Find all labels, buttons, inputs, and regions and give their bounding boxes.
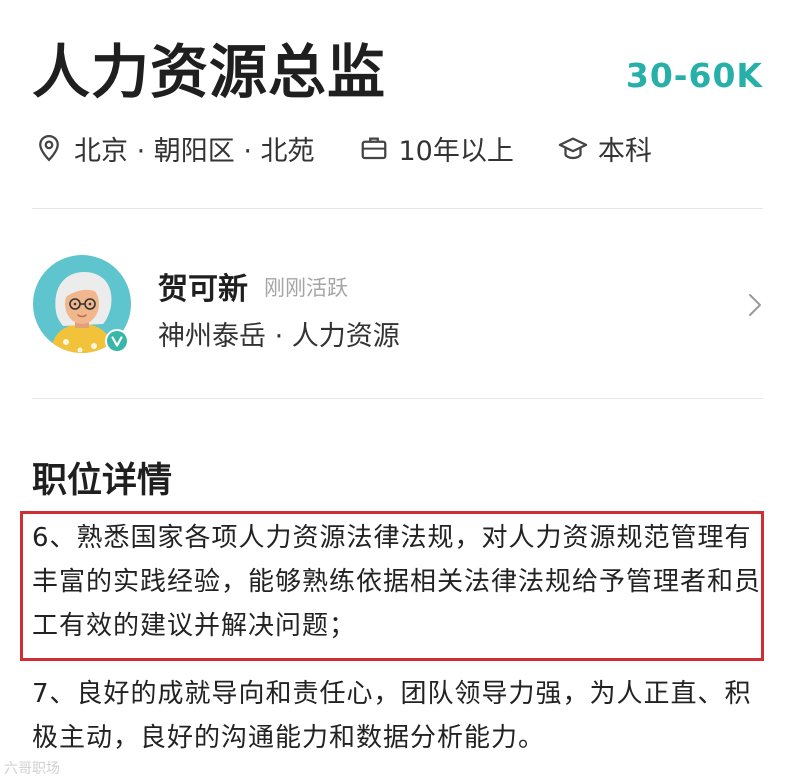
education-text: 本科: [597, 135, 652, 167]
experience-item: 10年以上: [359, 129, 514, 168]
location-pin-icon: [39, 134, 59, 162]
verified-badge-icon: [105, 329, 129, 353]
job-meta-row: 北京 · 朝阳区 · 北苑 10年以上 本科: [34, 126, 652, 170]
recruiter-name: 贺可新: [158, 272, 248, 307]
job-detail-page: 人力资源总监 30-60K 北京 · 朝阳区 · 北苑 10年以上 本科 贺可新…: [0, 0, 791, 782]
recruiter-status: 刚刚活跃: [264, 276, 348, 300]
location-text: 北京 · 朝阳区 · 北苑: [74, 135, 315, 167]
section-title-job-details: 职位详情: [32, 461, 173, 501]
watermark: 六哥职场: [4, 761, 60, 777]
recruiter-card[interactable]: 贺可新 刚刚活跃 神州泰岳 · 人力资源: [32, 254, 763, 358]
divider: [32, 398, 763, 399]
divider: [32, 208, 763, 209]
job-detail-item: 7、良好的成就导向和责任心，团队领导力强，为人正直、积极主动，良好的沟通能力和数…: [32, 679, 752, 753]
chevron-right-icon[interactable]: [747, 292, 763, 318]
experience-text: 10年以上: [398, 135, 514, 167]
job-title: 人力资源总监: [32, 38, 387, 106]
graduation-cap-icon: [558, 137, 588, 160]
education-item: 本科: [558, 129, 652, 168]
salary-range: 30-60K: [625, 56, 763, 95]
recruiter-company-role: 神州泰岳 · 人力资源: [158, 321, 400, 352]
briefcase-icon: [361, 137, 386, 160]
job-detail-item: 6、熟悉国家各项人力资源法律法规，对人力资源规范管理有丰富的实践经验，能够熟练依…: [32, 523, 762, 641]
location-item: 北京 · 朝阳区 · 北苑: [34, 129, 315, 168]
